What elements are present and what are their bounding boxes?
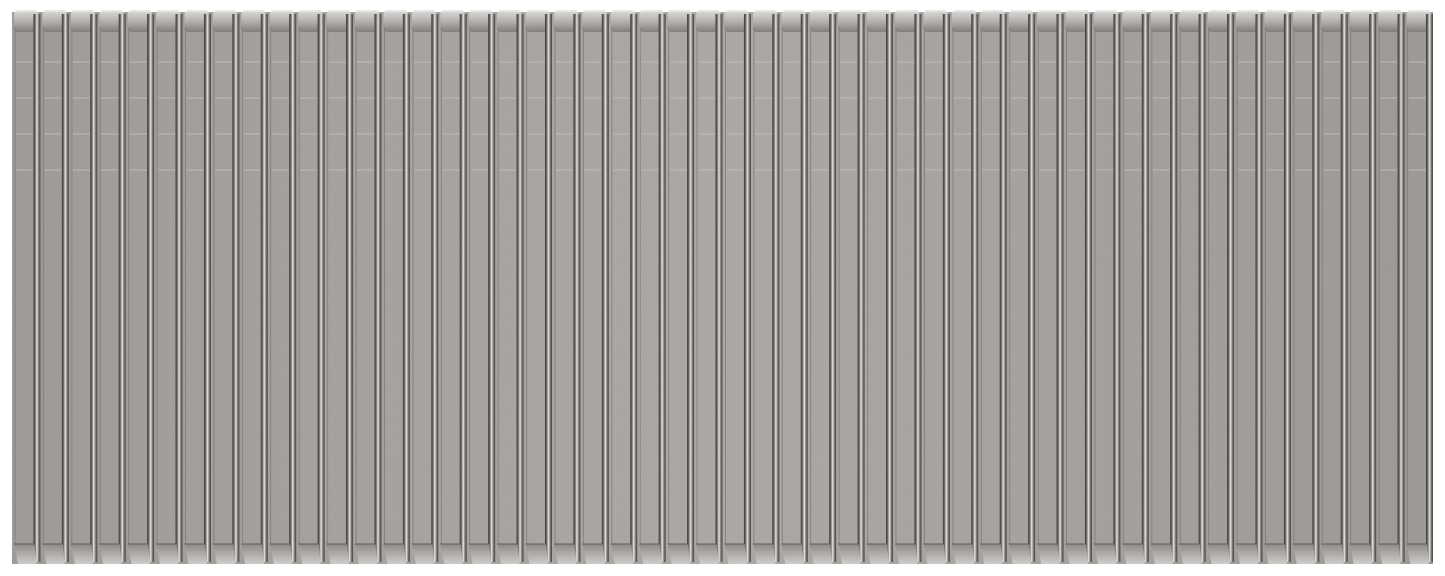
staple-ridge (1141, 14, 1149, 562)
staple-ridge (374, 14, 382, 562)
staple-ridge (431, 14, 439, 562)
staple-ridge (857, 14, 865, 562)
staple-ridge (61, 14, 69, 562)
staple-ridge (90, 14, 98, 562)
staple-ridge (1227, 14, 1235, 562)
staple-ridge (573, 14, 581, 562)
staple-ridge (1312, 14, 1320, 562)
staple-ridge (715, 14, 723, 562)
staple-ridge (1369, 14, 1377, 562)
staple-ridge (317, 14, 325, 562)
staple-ridge (232, 14, 240, 562)
staple-ridge (829, 14, 837, 562)
staple-ridge (402, 14, 410, 562)
staple-ridge (999, 14, 1007, 562)
staple-ridge (971, 14, 979, 562)
staple-ridge (260, 14, 268, 562)
staple-ridge (488, 14, 496, 562)
staple-ridge (914, 14, 922, 562)
staple-ridge (1198, 14, 1206, 562)
staple-ridge (942, 14, 950, 562)
staple-ridge (1340, 14, 1348, 562)
staple-ridge (1255, 14, 1263, 562)
staple-ridge (630, 14, 638, 562)
staple-strip-photo: staples (0, 0, 1445, 576)
staple-ridge (289, 14, 297, 562)
staple-ridge (743, 14, 751, 562)
staple-ridge (1397, 14, 1405, 562)
staple-ridge (1170, 14, 1178, 562)
staple-ridge (118, 14, 126, 562)
staple-ridge (687, 14, 695, 562)
staple-ridge (886, 14, 894, 562)
staple-ridge (516, 14, 524, 562)
staple-ridge (1028, 14, 1036, 562)
staple-ridge (601, 14, 609, 562)
staple-ridge (658, 14, 666, 562)
staple-ridge (1056, 14, 1064, 562)
staple-ridge (800, 14, 808, 562)
staple-ridge (544, 14, 552, 562)
staple-ridge (33, 14, 41, 562)
staple-ridge (459, 14, 467, 562)
staple-ridge (772, 14, 780, 562)
staple-ridge (1113, 14, 1121, 562)
staple-ridge (1426, 14, 1433, 562)
staple-ridge (1084, 14, 1092, 562)
staple-ridge (1283, 14, 1291, 562)
staple-ridge (175, 14, 183, 562)
staple-ridge (203, 14, 211, 562)
staple-ridge (147, 14, 155, 562)
staple-strip (12, 10, 1433, 564)
staple-ridge (346, 14, 354, 562)
